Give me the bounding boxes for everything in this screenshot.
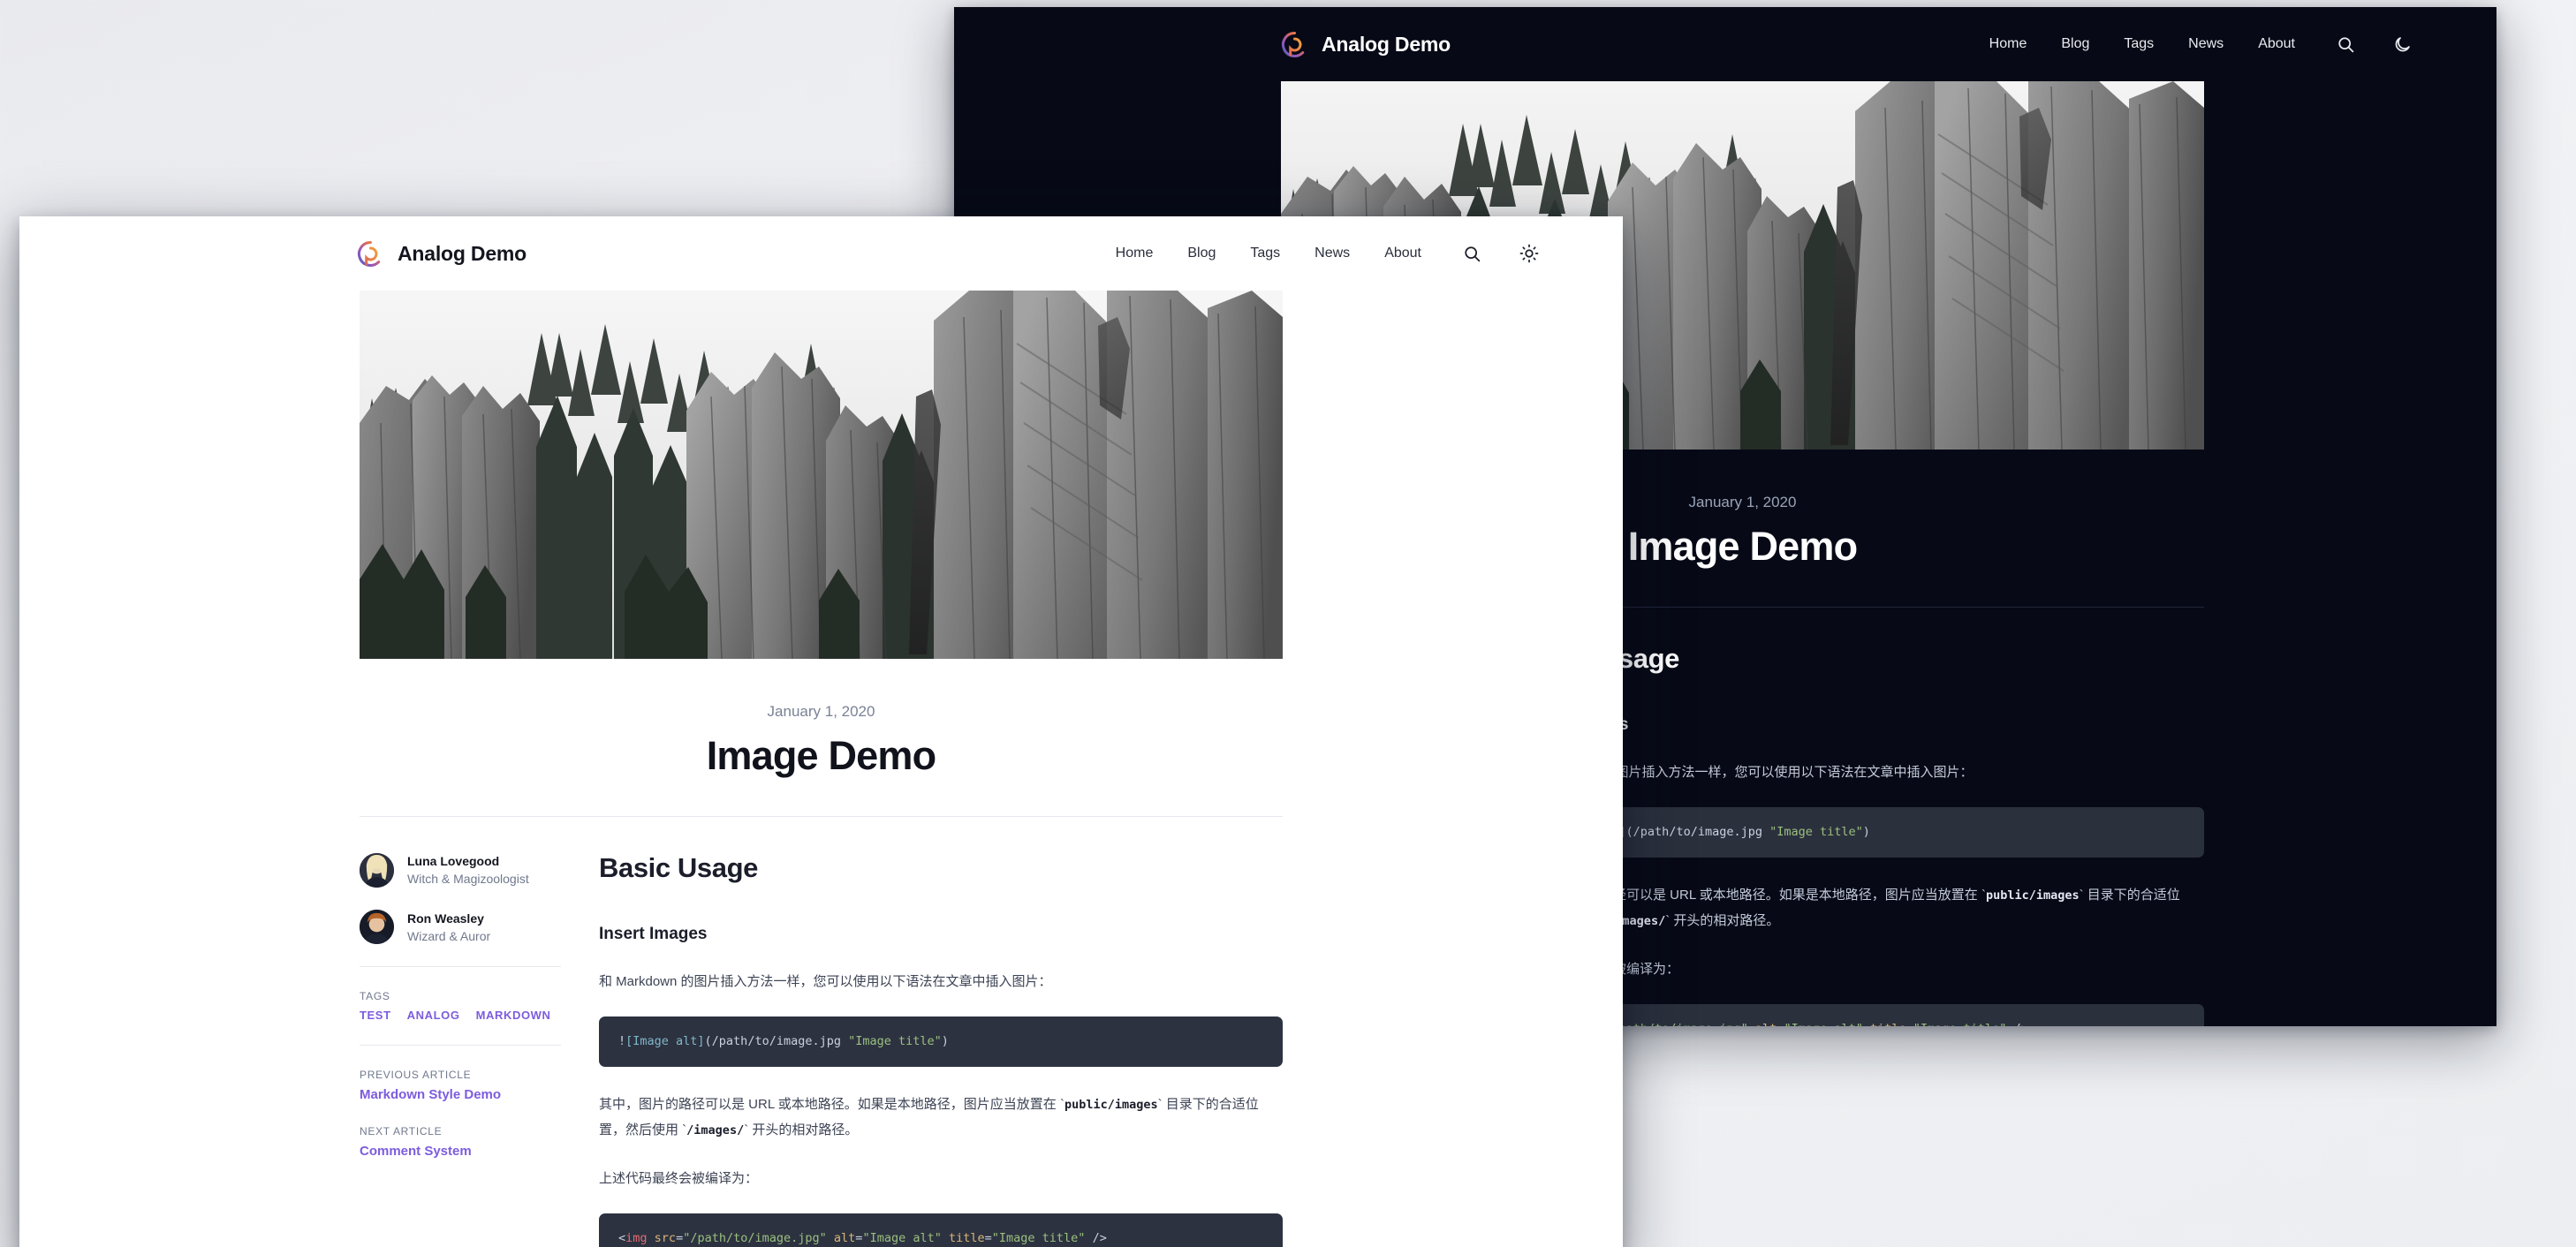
analog-circular-gradient-logo-icon [357, 240, 384, 268]
author-name: Ron Weasley [407, 911, 484, 926]
navbar-dark: Analog Demo Home Blog Tags News About [954, 7, 2496, 81]
heading-insert-images: Insert Images [1520, 715, 2204, 735]
code-block-markdown: ![Image alt](/path/to/image.jpg "Image t… [599, 1016, 1283, 1068]
paragraph-compiled-to: 上述代码最终会被编译为： [599, 1170, 759, 1186]
next-article-section: NEXT ARTICLE Comment System [360, 1125, 561, 1159]
avatar-luna-lovegood [360, 852, 394, 888]
paragraph-intro: 和 Markdown 的图片插入方法一样，您可以使用以下语法在文章中插入图片： [1520, 765, 1974, 780]
article-sidebar-light: Luna Lovegood Witch & Magizoologist Ron … [360, 852, 596, 1247]
hero-image-light [360, 291, 1283, 659]
brand-light[interactable]: Analog Demo [357, 240, 527, 268]
next-article-link[interactable]: Comment System [360, 1144, 561, 1159]
author-role: Witch & Magizoologist [407, 872, 529, 887]
nav-link-blog[interactable]: Blog [1187, 246, 1216, 261]
tag-row: TEST ANALOG MARKDOWN [360, 1009, 561, 1022]
nav-link-home[interactable]: Home [1989, 36, 2027, 52]
previous-article-label: PREVIOUS ARTICLE [360, 1069, 472, 1082]
inline-code-public-images: public/images [1985, 888, 2080, 903]
nav-link-about[interactable]: About [2258, 36, 2295, 52]
browser-window-light-theme[interactable]: Analog Demo Home Blog Tags News About Ja… [19, 216, 1623, 1247]
tags-label: TAGS [360, 990, 390, 1003]
tag-test[interactable]: TEST [360, 1009, 391, 1022]
brand-name-dark: Analog Demo [1322, 32, 1451, 56]
heading-basic-usage: Basic Usage [1520, 643, 1679, 674]
nav-link-tags[interactable]: Tags [1250, 246, 1280, 261]
search-icon[interactable] [2335, 34, 2357, 56]
nav-links-light: Home Blog Tags News About [1116, 243, 1540, 265]
analog-circular-gradient-logo-icon [1281, 31, 1308, 58]
nav-link-home[interactable]: Home [1116, 246, 1154, 261]
article-body-light: Luna Lovegood Witch & Magizoologist Ron … [360, 817, 1283, 1247]
article-date-light: January 1, 2020 [767, 703, 875, 720]
heading-basic-usage: Basic Usage [599, 852, 758, 883]
article-header-light: January 1, 2020 Image Demo [360, 659, 1283, 817]
author-entry[interactable]: Ron Weasley Wizard & Auror [360, 910, 561, 946]
code-block-markdown: ![Image alt](/path/to/image.jpg "Image t… [1520, 807, 2204, 858]
nav-link-news[interactable]: News [2188, 36, 2224, 52]
para2-part3: ` 开头的相对路径。 [744, 1122, 859, 1138]
heading-insert-images: Insert Images [599, 925, 708, 943]
nav-link-about[interactable]: About [1384, 246, 1421, 261]
paragraph-intro: 和 Markdown 的图片插入方法一样，您可以使用以下语法在文章中插入图片： [599, 974, 1052, 989]
sidebar-divider [360, 966, 561, 968]
para2-part3: ` 开头的相对路径。 [1665, 913, 1780, 929]
moon-icon-theme-toggle[interactable] [2391, 34, 2413, 56]
code-block-html: <img src="/path/to/image.jpg" alt="Image… [599, 1213, 1283, 1247]
inline-code-images-path: /images/ [686, 1123, 745, 1138]
sun-icon-theme-toggle[interactable] [1518, 243, 1540, 265]
next-article-label: NEXT ARTICLE [360, 1125, 443, 1138]
tag-analog[interactable]: ANALOG [407, 1009, 460, 1022]
tags-section: TAGS TEST ANALOG MARKDOWN [360, 990, 561, 1022]
author-role: Wizard & Auror [407, 928, 491, 943]
tag-markdown[interactable]: MARKDOWN [476, 1009, 551, 1022]
brand-dark[interactable]: Analog Demo [1281, 31, 1451, 58]
author-entry[interactable]: Luna Lovegood Witch & Magizoologist [360, 852, 561, 888]
previous-article-section: PREVIOUS ARTICLE Markdown Style Demo [360, 1069, 561, 1102]
code-block-html: <img src="/path/to/image.jpg" alt="Image… [1520, 1003, 2204, 1026]
nav-link-blog[interactable]: Blog [2061, 36, 2089, 52]
author-name: Luna Lovegood [407, 854, 500, 868]
nav-link-news[interactable]: News [1315, 246, 1350, 261]
nav-links-dark: Home Blog Tags News About [1989, 34, 2413, 56]
article-title-light: Image Demo [706, 733, 936, 778]
paragraph-path-explanation: 其中，图片的路径可以是 URL 或本地路径。如果是本地路径，图片应当放置在 `p… [599, 1092, 1283, 1144]
nav-link-tags[interactable]: Tags [2124, 36, 2154, 52]
search-icon[interactable] [1461, 243, 1483, 265]
avatar-ron-weasley [360, 910, 394, 945]
paragraph-compiled-to: 上述代码最终会被编译为： [1520, 956, 2204, 982]
para2-part1: 其中，图片的路径可以是 URL 或本地路径。如果是本地路径，图片应当放置在 ` [599, 1097, 1064, 1113]
sidebar-divider [360, 1045, 561, 1047]
brand-name-light: Analog Demo [398, 241, 527, 265]
previous-article-link[interactable]: Markdown Style Demo [360, 1087, 561, 1102]
inline-code-public-images: public/images [1064, 1098, 1158, 1113]
navbar-light: Analog Demo Home Blog Tags News About [19, 216, 1623, 291]
paragraph-path-explanation: 其中，图片的路径可以是 URL 或本地路径。如果是本地路径，图片应当放置在 `p… [1520, 882, 2204, 934]
article-content-light: Basic Usage Insert Images 和 Markdown 的图片… [596, 852, 1283, 1247]
